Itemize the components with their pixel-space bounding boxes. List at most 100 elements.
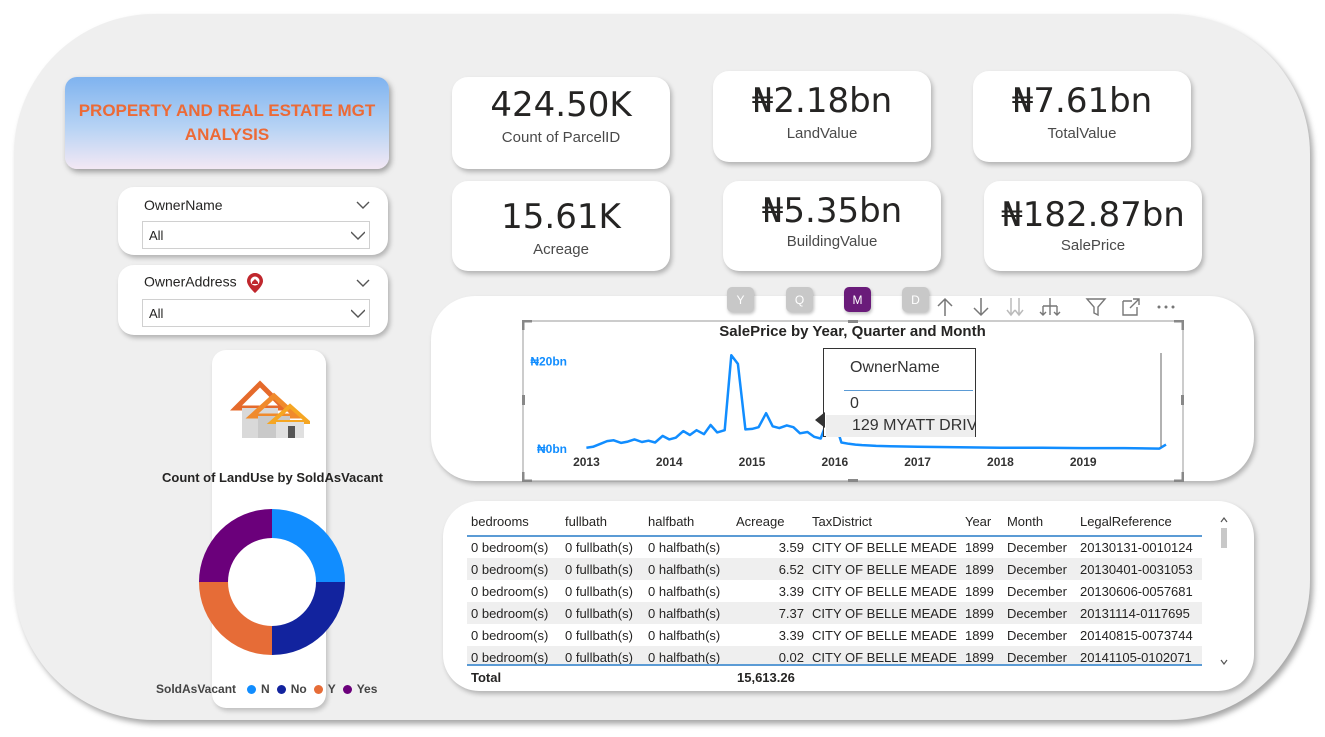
double-arrow-down-icon[interactable] — [1004, 296, 1026, 318]
owner-name-slicer[interactable]: OwnerName All — [118, 187, 388, 255]
column-header[interactable]: LegalReference — [1075, 508, 1202, 537]
table-cell: December — [1006, 627, 1067, 643]
table-cell: 20140815-0073744 — [1079, 627, 1193, 643]
column-header[interactable]: halfbath — [644, 508, 732, 537]
filter-icon[interactable] — [1085, 296, 1107, 318]
table-cell: 7.37 — [732, 602, 808, 624]
drill-day-button[interactable]: D — [902, 287, 929, 312]
owner-address-value: All — [149, 305, 164, 321]
legend-swatch — [276, 684, 286, 694]
details-table: bedrooms fullbath halfbath Acreage TaxDi… — [467, 508, 1202, 664]
table-row[interactable]: 0 bedroom(s) 0 fullbath(s) 0 halfbath(s) 3.… — [467, 580, 1202, 602]
table-cell: 0.02 — [732, 646, 808, 664]
column-header[interactable]: Acreage — [732, 508, 808, 537]
table-cell: 0 fullbath(s) — [561, 646, 644, 664]
legend-item-no[interactable]: No — [291, 682, 307, 696]
table-cell: 0 fullbath(s) — [565, 583, 633, 599]
donut-slice-yes[interactable] — [199, 509, 272, 582]
kpi-value: ₦5.35bn — [761, 191, 903, 231]
table-row[interactable]: 0 bedroom(s) 0 fullbath(s) 0 halfbath(s) 0.… — [467, 646, 1202, 664]
table-cell: 0 fullbath(s) — [565, 540, 633, 555]
chevron-down-icon[interactable] — [356, 198, 370, 212]
table-cell: 20130606-0057681 — [1079, 583, 1193, 599]
kpi-value: ₦2.18bn — [751, 81, 893, 121]
owner-address-slicer-label: OwnerAddress — [144, 273, 237, 290]
column-header[interactable]: Month — [1002, 508, 1076, 537]
total-acreage: 15,613.26 — [737, 670, 795, 685]
kpi-card-land-value: ₦2.18bn LandValue — [713, 71, 931, 162]
more-options-icon[interactable] — [1155, 296, 1177, 318]
table-row[interactable]: 0 bedroom(s) 0 fullbath(s) 0 halfbath(s) 3.… — [467, 536, 1202, 558]
table-cell: December — [1006, 540, 1067, 555]
legend-swatch — [342, 684, 352, 694]
drill-quarter-button[interactable]: Q — [786, 287, 813, 312]
tooltip-row: 0 — [850, 395, 859, 412]
table-row[interactable]: 0 bedroom(s) 0 fullbath(s) 0 halfbath(s) 3.… — [467, 624, 1202, 646]
table-cell: 20130131-0010124 — [1079, 540, 1193, 555]
chart-tooltip: OwnerName 0 129 MYATT DRIV — [823, 348, 976, 437]
legend-swatch — [313, 684, 323, 694]
donut-chart[interactable] — [198, 508, 346, 656]
donut-slice-y[interactable] — [199, 582, 272, 655]
table-cell: December — [1006, 583, 1067, 599]
table-scrollbar[interactable] — [1219, 514, 1229, 668]
table-viewport[interactable]: bedrooms fullbath halfbath Acreage TaxDi… — [467, 508, 1202, 664]
chevron-down-icon — [351, 309, 365, 318]
table-cell: 0 halfbath(s) — [648, 583, 721, 599]
kpi-card-sale-price: ₦182.87bn SalePrice — [984, 181, 1202, 271]
table-cell: 0 halfbath(s) — [644, 558, 732, 580]
expand-hierarchy-icon[interactable] — [1039, 296, 1061, 318]
table-cell: 1899 — [960, 602, 1003, 624]
table-row[interactable]: 0 bedroom(s) 0 fullbath(s) 0 halfbath(s) 7.… — [467, 602, 1202, 624]
table-cell: 1899 — [964, 583, 994, 599]
x-tick-label: 2019 — [1070, 455, 1097, 469]
legend-item-n[interactable]: N — [261, 682, 270, 696]
kpi-card-parcel-count: 424.50K Count of ParcelID — [452, 77, 670, 169]
arrow-down-icon[interactable] — [970, 296, 992, 318]
chevron-down-icon[interactable] — [356, 276, 370, 290]
y-tick-label: ₦0bn — [537, 442, 567, 456]
table-cell: 0 fullbath(s) — [561, 558, 644, 580]
drill-year-button[interactable]: Y — [727, 287, 754, 312]
table-cell: 0 fullbath(s) — [565, 627, 633, 643]
table-cell: 20131114-0117695 — [1075, 602, 1202, 624]
table-cell: 1899 — [964, 540, 994, 555]
column-header[interactable]: fullbath — [561, 508, 644, 537]
tooltip-pointer — [815, 412, 825, 428]
table-cell: CITY OF BELLE MEADE — [808, 646, 961, 664]
table-cell: 0 fullbath(s) — [561, 602, 644, 624]
table-row[interactable]: 0 bedroom(s) 0 fullbath(s) 0 halfbath(s) 6.… — [467, 558, 1202, 580]
table-cell: December — [1002, 646, 1076, 664]
arrow-up-icon[interactable] — [934, 296, 956, 318]
table-cell: 0 bedroom(s) — [471, 627, 549, 643]
owner-address-dropdown[interactable]: All — [142, 299, 370, 327]
table-cell: 0 halfbath(s) — [648, 540, 721, 555]
owner-name-slicer-label: OwnerName — [144, 197, 223, 213]
x-tick-label: 2014 — [656, 455, 683, 469]
y-tick-label: ₦20bn — [530, 355, 567, 369]
table-cell: 3.39 — [778, 583, 804, 599]
kpi-card-total-value: ₦7.61bn TotalValue — [973, 71, 1191, 162]
kpi-value: 15.61K — [501, 197, 621, 237]
focus-mode-icon[interactable] — [1120, 296, 1142, 318]
donut-slice-n[interactable] — [272, 509, 345, 582]
house-icon — [230, 380, 310, 438]
column-header[interactable]: TaxDistrict — [808, 508, 961, 537]
x-tick-label: 2015 — [739, 455, 766, 469]
tooltip-header: OwnerName — [844, 349, 973, 391]
x-tick-label: 2018 — [987, 455, 1014, 469]
donut-title: Count of LandUse by SoldAsVacant — [161, 470, 384, 485]
column-header[interactable]: Year — [960, 508, 1003, 537]
column-header[interactable]: bedrooms — [467, 508, 561, 537]
table-cell: CITY OF BELLE MEADE — [812, 540, 957, 555]
legend-item-y[interactable]: Y — [328, 682, 336, 696]
legend-item-yes[interactable]: Yes — [357, 682, 378, 696]
line-chart-title: SalePrice by Year, Quarter and Month — [719, 323, 986, 340]
owner-name-dropdown[interactable]: All — [142, 221, 370, 249]
x-tick-label: 2016 — [821, 455, 848, 469]
donut-slice-no[interactable] — [272, 582, 345, 655]
kpi-label: Count of ParcelID — [501, 129, 621, 146]
owner-address-slicer[interactable]: OwnerAddress All — [118, 265, 388, 335]
total-label: Total — [471, 670, 502, 685]
drill-month-button[interactable]: M — [844, 287, 871, 312]
